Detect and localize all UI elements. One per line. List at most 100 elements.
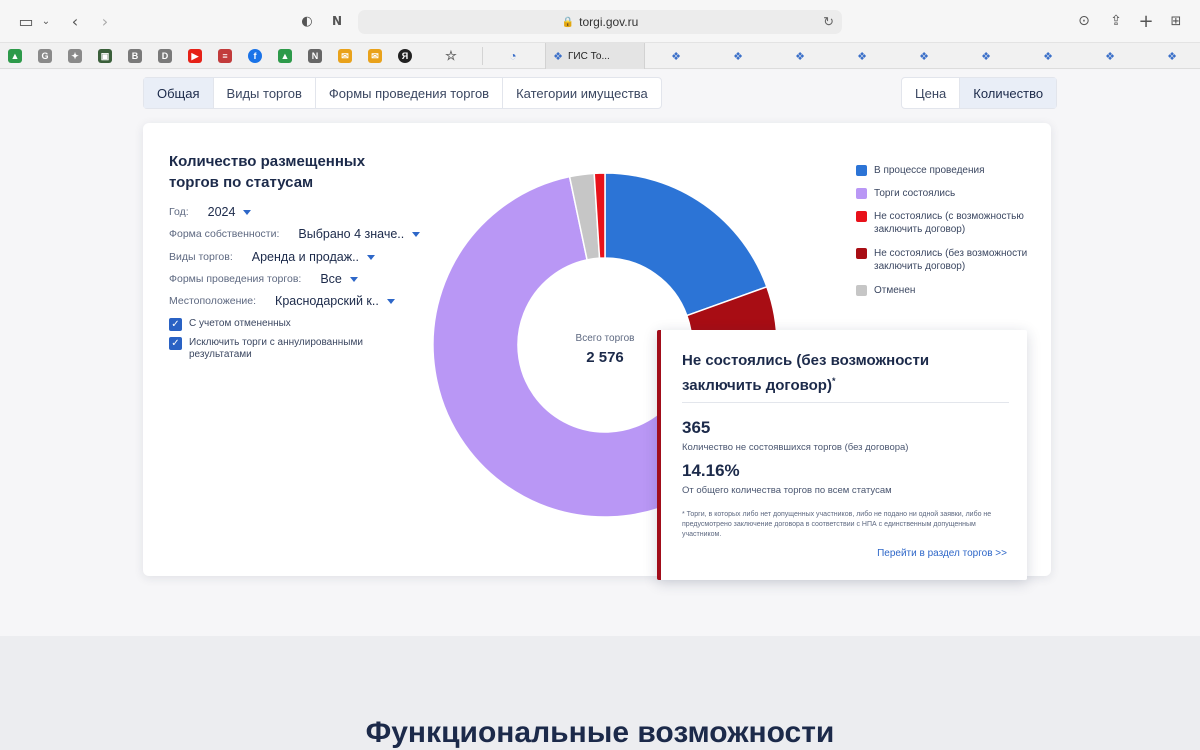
metric-count-button[interactable]: Количество bbox=[960, 78, 1057, 108]
address-bar[interactable]: 🔒 torgi.gov.ru ↻ bbox=[358, 10, 842, 34]
metric-price-button[interactable]: Цена bbox=[902, 78, 961, 108]
back-icon[interactable]: ‹ bbox=[66, 10, 84, 32]
category-tabs: Общая Виды торгов Формы проведения торго… bbox=[143, 77, 662, 109]
chevron-down-icon[interactable] bbox=[349, 276, 358, 282]
circle-bookmark-icon[interactable]: f bbox=[248, 49, 262, 63]
tooltip-title: Не состоялись (без возможности заключить… bbox=[682, 352, 930, 394]
filter-value[interactable]: Все bbox=[320, 272, 342, 286]
reload-icon[interactable]: ↻ bbox=[823, 14, 834, 30]
gerb-tab-icon[interactable]: ❖ bbox=[918, 50, 930, 63]
gerb-tab-icon[interactable]: ❖ bbox=[1166, 50, 1178, 63]
filter-year[interactable]: Год: 2024 bbox=[169, 202, 252, 222]
gerb-tab-icon[interactable]: ❖ bbox=[980, 50, 992, 63]
checkbox-checked-icon[interactable]: ✓ bbox=[169, 337, 182, 350]
divider bbox=[682, 402, 1009, 403]
chevron-down-icon[interactable]: ⌄ bbox=[40, 10, 52, 32]
filter-value[interactable]: Краснодарский к.. bbox=[275, 294, 379, 308]
chevron-down-icon[interactable] bbox=[367, 254, 376, 260]
tab-icon[interactable]: ◔ bbox=[506, 49, 520, 63]
new-tab-icon[interactable]: + bbox=[1137, 10, 1155, 32]
gerb-tab-icon[interactable]: ❖ bbox=[794, 50, 806, 63]
total-label: Всего торгов bbox=[575, 333, 635, 344]
filter-value[interactable]: Аренда и продаж.. bbox=[252, 250, 359, 264]
tab-auction-forms[interactable]: Формы проведения торгов bbox=[316, 78, 504, 108]
legend-swatch bbox=[856, 165, 867, 176]
d-bookmark-icon[interactable]: D bbox=[158, 49, 172, 63]
url-text: torgi.gov.ru bbox=[579, 15, 639, 29]
star-icon[interactable]: ☆ bbox=[444, 48, 458, 63]
legend-item[interactable]: Отменен bbox=[856, 284, 1044, 297]
sidebar-icon[interactable]: ▭ bbox=[16, 10, 36, 32]
filter-value[interactable]: 2024 bbox=[208, 205, 236, 219]
chart-tooltip: Не состоялись (без возможности заключить… bbox=[657, 330, 1027, 580]
legend-label: Торги состоялись bbox=[874, 188, 956, 199]
filter-auction-type[interactable]: Виды торгов: Аренда и продаж.. bbox=[169, 247, 376, 267]
filter-auction-form[interactable]: Формы проведения торгов: Все bbox=[169, 269, 358, 289]
lock-icon: 🔒 bbox=[561, 16, 575, 28]
donut-slice[interactable] bbox=[604, 172, 768, 317]
news-bookmark-icon[interactable]: ≡ bbox=[218, 49, 232, 63]
checkbox-exclude-annulled[interactable]: ✓ Исключить торги с аннулированными резу… bbox=[169, 337, 389, 361]
share-icon[interactable]: ⇪ bbox=[1107, 10, 1125, 32]
features-section: Функциональные возможности bbox=[0, 636, 1200, 750]
filter-value[interactable]: Выбрано 4 значе.. bbox=[298, 227, 404, 241]
drive-bookmark-icon[interactable]: ▲ bbox=[8, 49, 22, 63]
legend-item[interactable]: Не состоялись (без возможности заключить… bbox=[856, 247, 1044, 273]
legend-swatch bbox=[856, 285, 867, 296]
tab-title: ГИС То... bbox=[568, 50, 610, 62]
filter-ownership[interactable]: Форма собственности: Выбрано 4 значе.. bbox=[169, 224, 421, 244]
gerb-tab-icon[interactable]: ❖ bbox=[732, 50, 744, 63]
mail2-bookmark-icon[interactable]: ✉ bbox=[368, 49, 382, 63]
tab-overview-icon[interactable]: ⊞ bbox=[1167, 10, 1185, 32]
chart-title: Количество размещенных торгов по статуса… bbox=[169, 153, 366, 191]
legend-label: Не состоялись (без возможности заключить… bbox=[874, 248, 1028, 272]
drive2-bookmark-icon[interactable]: ▲ bbox=[278, 49, 292, 63]
legend-label: Отменен bbox=[874, 285, 916, 296]
chevron-down-icon[interactable] bbox=[412, 231, 421, 237]
g-bookmark-icon[interactable]: G bbox=[38, 49, 52, 63]
section-title: Функциональные возможности bbox=[365, 716, 835, 749]
footnote-marker: * bbox=[831, 376, 836, 386]
notion-bookmark-icon[interactable]: N bbox=[308, 49, 322, 63]
checkbox-checked-icon[interactable]: ✓ bbox=[169, 318, 182, 331]
tab-property-categories[interactable]: Категории имущества bbox=[503, 78, 661, 108]
filter-label: Местоположение: bbox=[169, 295, 257, 307]
filter-label: Форма собственности: bbox=[169, 228, 280, 240]
square-bookmark-icon[interactable]: ▣ bbox=[98, 49, 112, 63]
gerb-tab-icon[interactable]: ❖ bbox=[670, 50, 682, 63]
chevron-down-icon[interactable] bbox=[386, 298, 395, 304]
chevron-down-icon[interactable] bbox=[243, 209, 252, 215]
legend-item[interactable]: Не состоялись (с возможностью заключить … bbox=[856, 210, 1044, 236]
checkbox-include-cancelled[interactable]: ✓ С учетом отмененных bbox=[169, 318, 389, 331]
legend-item[interactable]: В процессе проведения bbox=[856, 164, 1044, 177]
downloads-icon[interactable]: ⊙ bbox=[1075, 10, 1093, 32]
checkbox-label: С учетом отмененных bbox=[189, 318, 291, 329]
tooltip-percent-caption: От общего количества торгов по всем стат… bbox=[682, 485, 892, 496]
gerb-tab-icon[interactable]: ❖ bbox=[856, 50, 868, 63]
filter-label: Виды торгов: bbox=[169, 251, 233, 263]
yandex-bookmark-icon[interactable]: Я bbox=[398, 49, 412, 63]
youtube-bookmark-icon[interactable]: ▶ bbox=[188, 49, 202, 63]
shield-icon[interactable]: ◐ bbox=[298, 10, 316, 32]
tooltip-count-caption: Количество не состоявшихся торгов (без д… bbox=[682, 442, 909, 453]
forward-icon[interactable]: › bbox=[96, 10, 114, 32]
gerb-icon: ❖ bbox=[553, 50, 563, 63]
filter-location[interactable]: Местоположение: Краснодарский к.. bbox=[169, 291, 395, 311]
checkbox-label: Исключить торги с аннулированными резуль… bbox=[189, 337, 363, 360]
gerb-tab-icon[interactable]: ❖ bbox=[1104, 50, 1116, 63]
tab-general[interactable]: Общая bbox=[144, 78, 214, 108]
legend-swatch bbox=[856, 188, 867, 199]
mail-bookmark-icon[interactable]: ✉ bbox=[338, 49, 352, 63]
tooltip-footnote: * Торги, в которых либо нет допущенных у… bbox=[682, 511, 992, 538]
go-to-auctions-link[interactable]: Перейти в раздел торгов >> bbox=[877, 548, 1007, 559]
tab-active[interactable]: ❖ ГИС То... bbox=[545, 43, 645, 69]
legend-item[interactable]: Торги состоялись bbox=[856, 187, 1044, 200]
tab-auction-types[interactable]: Виды торгов bbox=[214, 78, 316, 108]
bird-bookmark-icon[interactable]: ✦ bbox=[68, 49, 82, 63]
filter-label: Формы проведения торгов: bbox=[169, 273, 302, 285]
tab-strip: ▲ G ✦ ▣ B D ▶ ≡ f ▲ N ✉ ✉ Я ☆ ◔ ❖ ГИС То… bbox=[0, 42, 1200, 69]
metric-toggle: Цена Количество bbox=[901, 77, 1058, 109]
b-bookmark-icon[interactable]: B bbox=[128, 49, 142, 63]
notion-extension-icon[interactable]: N bbox=[328, 10, 346, 32]
gerb-tab-icon[interactable]: ❖ bbox=[1042, 50, 1054, 63]
